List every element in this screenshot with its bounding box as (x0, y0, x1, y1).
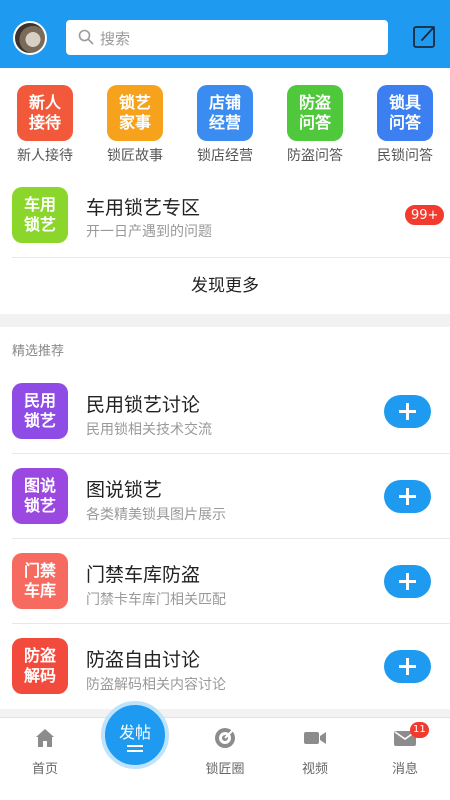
quick-link-civil-lock[interactable]: 锁具 问答 民锁问答 (365, 85, 445, 165)
top-bar: 搜索 (0, 0, 450, 68)
forum-subtitle: 防盗解码相关内容讨论 (86, 677, 226, 693)
quick-link-label: 民锁问答 (377, 148, 433, 164)
forum-item[interactable]: 民用 锁艺 民用锁艺讨论 民用锁相关技术交流 (0, 369, 450, 454)
quick-link-label: 锁店经营 (197, 148, 253, 164)
section-header: 精选推荐 (0, 327, 450, 369)
quick-link-label: 锁匠故事 (107, 148, 163, 164)
forum-title: 图说锁艺 (86, 479, 163, 501)
follow-button[interactable] (384, 565, 431, 598)
avatar[interactable] (13, 21, 47, 55)
tab-label: 锁匠圈 (205, 762, 245, 777)
search-placeholder: 搜索 (100, 30, 131, 48)
antitheft-icon: 防盗 问答 (287, 85, 343, 141)
video-camera-icon (304, 732, 326, 744)
quick-link-shop[interactable]: 店铺 经营 锁店经营 (185, 85, 265, 165)
follow-button[interactable] (384, 480, 431, 513)
follow-button[interactable] (384, 650, 431, 683)
target-icon (215, 728, 235, 748)
forum-title: 门禁车库防盗 (86, 564, 201, 586)
tab-messages[interactable]: 11 消息 (370, 718, 440, 800)
quick-link-antitheft[interactable]: 防盗 问答 防盗问答 (275, 85, 355, 165)
quick-link-label: 防盗问答 (287, 148, 343, 164)
home-icon (36, 729, 54, 747)
locksmith-story-icon: 锁艺 家事 (107, 85, 163, 141)
follow-button[interactable] (384, 395, 431, 428)
decode-forum-icon: 防盗 解码 (12, 638, 68, 694)
quick-link-label: 新人接待 (17, 148, 73, 164)
forum-title: 防盗自由讨论 (86, 649, 201, 671)
newcomer-icon: 新人 接待 (17, 85, 73, 141)
tab-label: 视频 (301, 762, 328, 777)
featured-title: 车用锁艺专区 (86, 197, 201, 219)
forum-subtitle: 各类精美锁具图片展示 (86, 507, 226, 523)
forum-item[interactable]: 图说 锁艺 图说锁艺 各类精美锁具图片展示 (0, 454, 450, 539)
messages-badge: 11 (410, 722, 429, 738)
unread-badge: 99+ (404, 204, 446, 226)
forum-item[interactable]: 门禁 车库 门禁车库防盗 门禁卡车库门相关匹配 (0, 539, 450, 624)
quick-link-newcomer[interactable]: 新人 接待 新人接待 (5, 85, 85, 165)
tab-label: 首页 (31, 762, 58, 777)
gate-garage-forum-icon: 门禁 车库 (12, 553, 68, 609)
forum-subtitle: 民用锁相关技术交流 (86, 422, 212, 438)
section-title: 精选推荐 (12, 344, 65, 359)
picture-forum-icon: 图说 锁艺 (12, 468, 68, 524)
shop-icon: 店铺 经营 (197, 85, 253, 141)
civil-lock-forum-icon: 民用 锁艺 (12, 383, 68, 439)
tab-circle[interactable]: 锁匠圈 (190, 718, 260, 800)
forum-item[interactable]: 防盗 解码 防盗自由讨论 防盗解码相关内容讨论 (0, 624, 450, 709)
search-input[interactable]: 搜索 (66, 20, 388, 55)
civil-lock-icon: 锁具 问答 (377, 85, 433, 141)
menu-lines-icon (127, 745, 143, 752)
bottom-tab-bar: 首页 锁匠圈 视频 11 消息 (0, 717, 450, 800)
quick-link-locksmith-story[interactable]: 锁艺 家事 锁匠故事 (95, 85, 175, 165)
forum-subtitle: 门禁卡车库门相关匹配 (86, 592, 226, 608)
post-button[interactable]: 发帖 (101, 701, 169, 769)
discover-more-button[interactable]: 发现更多 (0, 258, 450, 314)
tab-video[interactable]: 视频 (280, 718, 350, 800)
search-icon (78, 29, 94, 45)
compose-icon[interactable] (412, 24, 438, 50)
tab-label: 消息 (391, 762, 418, 777)
featured-car-lock-zone[interactable]: 车用 锁艺 车用锁艺专区 开一日产遇到的问题 99+ (0, 174, 450, 258)
quick-links: 新人 接待 新人接待 锁艺 家事 锁匠故事 店铺 经营 锁店经营 防盗 问答 防… (0, 68, 450, 174)
forum-title: 民用锁艺讨论 (86, 394, 201, 416)
featured-subtitle: 开一日产遇到的问题 (86, 224, 212, 240)
car-lock-icon: 车用 锁艺 (12, 187, 68, 243)
tab-home[interactable]: 首页 (10, 718, 80, 800)
post-label: 发帖 (118, 723, 151, 742)
